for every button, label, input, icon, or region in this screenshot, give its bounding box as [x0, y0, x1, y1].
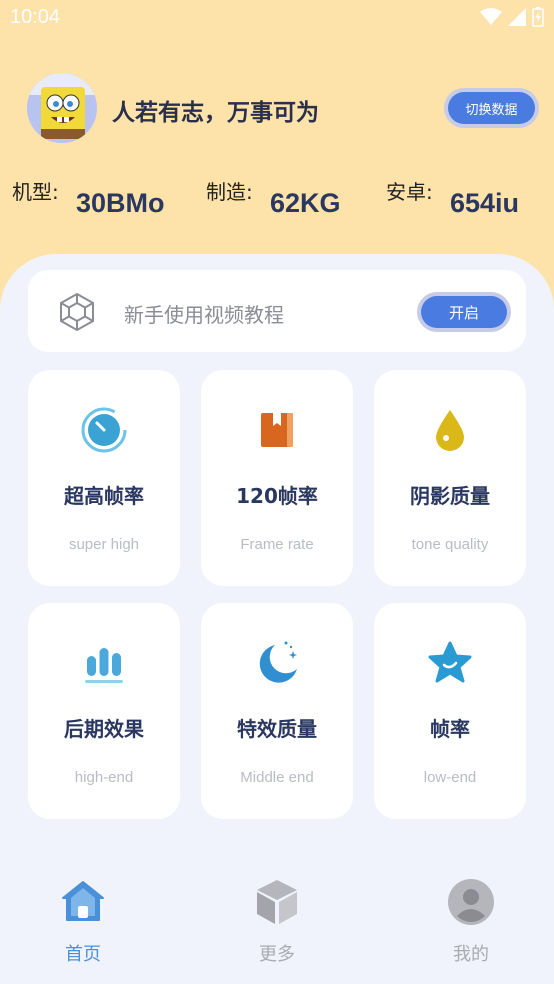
- tile-subtitle: super high: [68, 536, 140, 553]
- spec-android-label: 安卓:: [386, 180, 433, 204]
- tile-effect-quality[interactable]: 特效质量 Middle end: [201, 603, 353, 819]
- tile-post-effects[interactable]: 后期效果 high-end: [28, 603, 180, 819]
- bottom-navigation: 首页 更多 我的: [0, 870, 554, 984]
- cube-icon: [257, 880, 297, 924]
- tile-subtitle: Middle end: [240, 769, 314, 786]
- spec-manufacture-label: 制造:: [206, 180, 253, 204]
- profile-header: 人若有志，万事可为 切换数据 机型: 30BMo 制造: 62KG 安卓: 65…: [0, 0, 554, 270]
- tile-subtitle: tone quality: [411, 536, 489, 553]
- switch-data-label: 切换数据: [448, 92, 535, 124]
- avatar-image: [27, 73, 97, 143]
- tile-title: 帧率: [430, 717, 470, 741]
- tutorial-card[interactable]: 新手使用视频教程 开启: [28, 270, 526, 352]
- spec-model-value: 30BMo: [76, 188, 165, 218]
- nav-label-mine: 我的: [453, 944, 489, 965]
- bar-chart-icon: [85, 648, 123, 683]
- hexagon-icon: [60, 292, 94, 332]
- switch-data-button[interactable]: 切换数据: [444, 88, 539, 128]
- tile-title: 超高帧率: [64, 484, 144, 508]
- tile-120-fps[interactable]: 120帧率 Frame rate: [201, 370, 353, 586]
- slogan-text: 人若有志，万事可为: [112, 100, 319, 126]
- star-icon: [428, 641, 472, 683]
- nav-item-mine[interactable]: 我的: [411, 878, 531, 966]
- nav-item-more[interactable]: 更多: [217, 878, 337, 966]
- open-tutorial-button[interactable]: 开启: [417, 292, 511, 332]
- drop-icon: [436, 410, 464, 451]
- nav-label-home: 首页: [65, 944, 101, 965]
- spec-manufacture-value: 62KG: [270, 188, 341, 218]
- home-icon: [62, 881, 104, 921]
- tile-title: 阴影质量: [410, 484, 490, 508]
- moon-icon: [259, 641, 297, 683]
- tutorial-text: 新手使用视频教程: [124, 303, 284, 327]
- avatar[interactable]: [27, 73, 97, 143]
- tile-super-high-fps[interactable]: 超高帧率 super high: [28, 370, 180, 586]
- tile-title: 特效质量: [237, 717, 317, 741]
- tile-title: 后期效果: [64, 717, 144, 741]
- nav-label-more: 更多: [259, 944, 295, 965]
- open-tutorial-label: 开启: [421, 296, 507, 328]
- tile-title: 120帧率: [236, 484, 318, 508]
- tile-subtitle: Frame rate: [240, 536, 314, 553]
- spec-model-label: 机型:: [12, 180, 59, 204]
- nav-item-home[interactable]: 首页: [23, 878, 143, 966]
- tile-subtitle: low-end: [423, 769, 477, 786]
- book-icon: [261, 413, 293, 447]
- tile-frame-rate[interactable]: 帧率 low-end: [374, 603, 526, 819]
- timer-icon: [81, 407, 127, 453]
- tile-shadow-quality[interactable]: 阴影质量 tone quality: [374, 370, 526, 586]
- user-icon: [448, 879, 494, 925]
- spec-android-value: 654iu: [450, 188, 520, 218]
- tile-subtitle: high-end: [74, 769, 134, 786]
